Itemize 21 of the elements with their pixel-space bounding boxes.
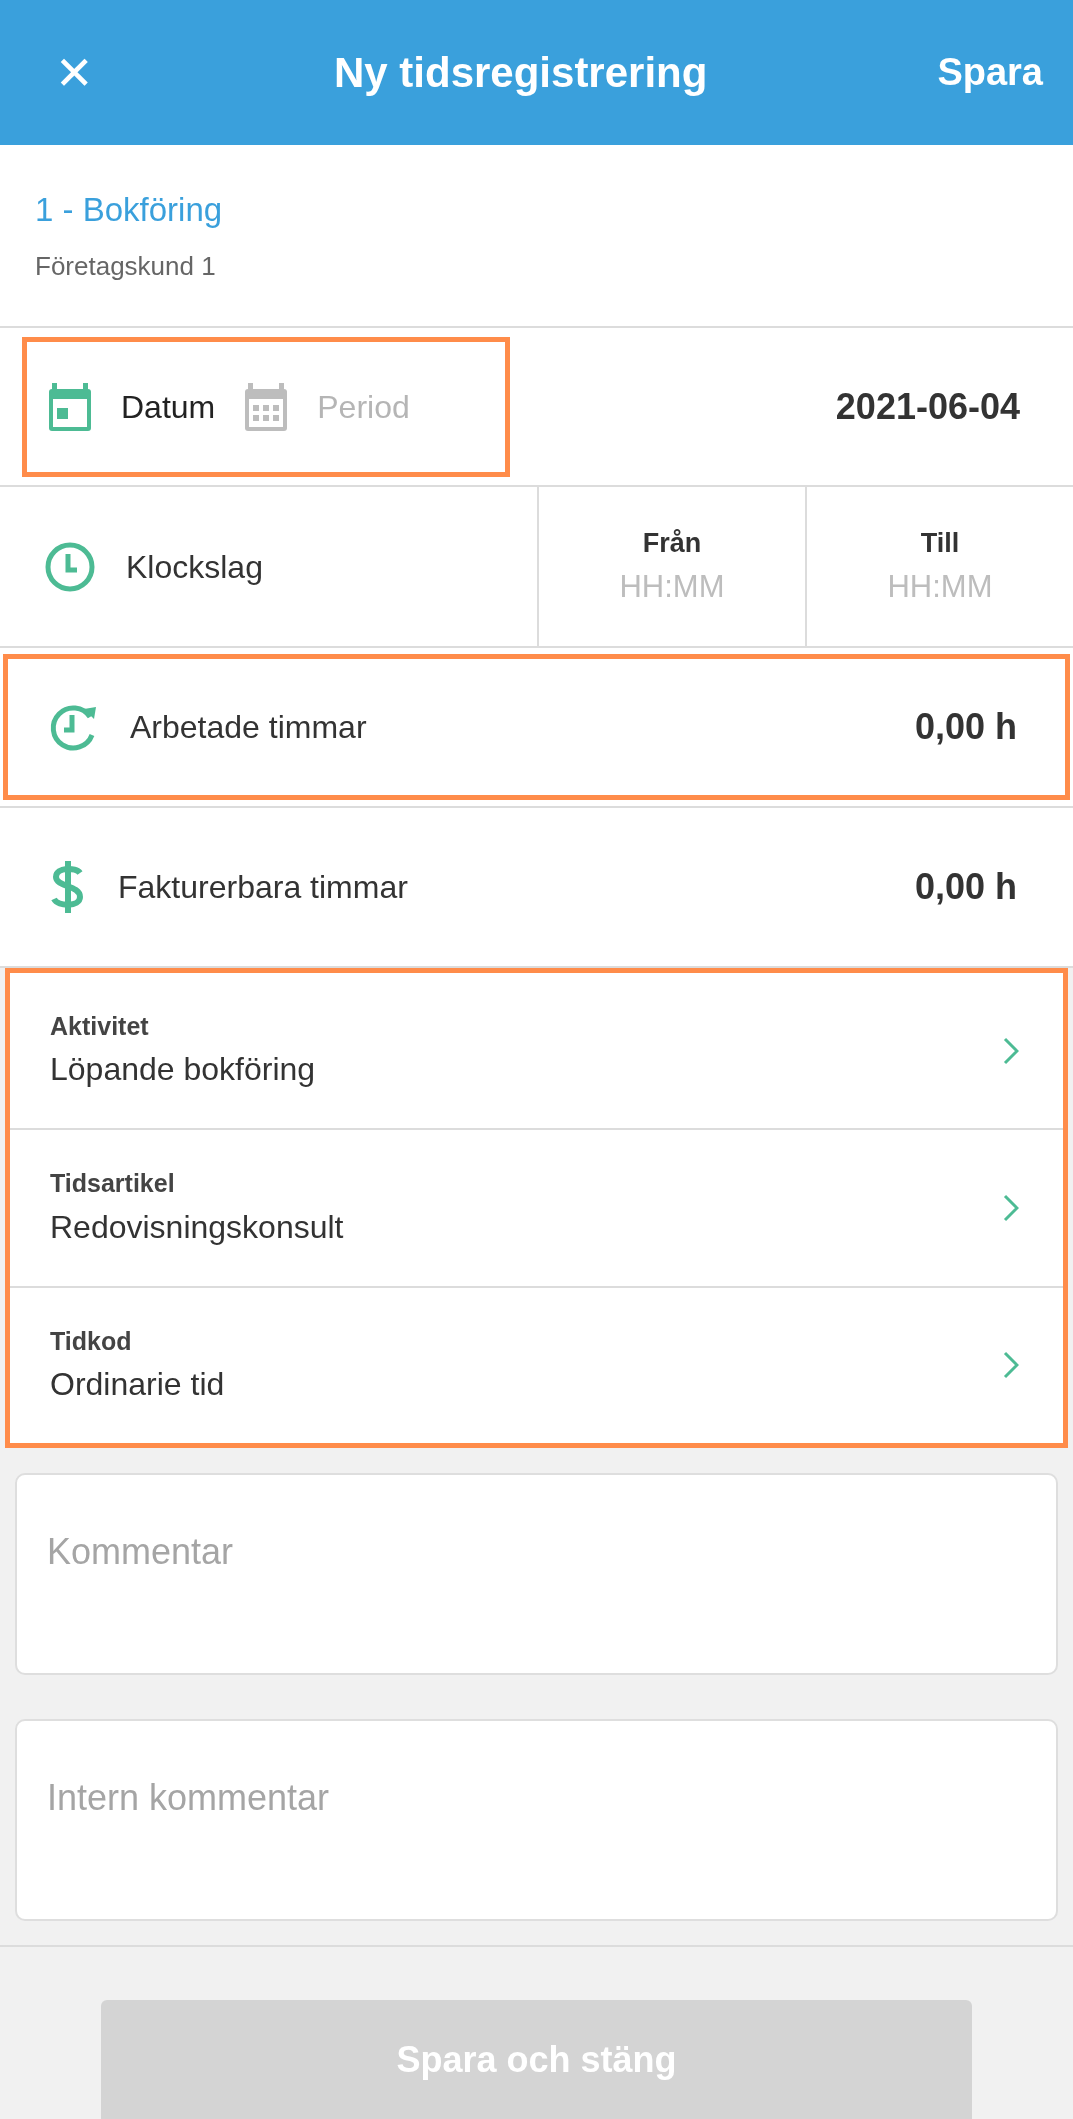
customer-name: Företagskund 1 [35,249,217,283]
time-field[interactable]: HH:MM [840,563,1040,610]
chevron-right-icon [1003,1194,1019,1222]
calendar-icon [47,380,93,433]
date-mode-tab[interactable]: Datum [47,380,216,433]
picker-row[interactable]: Tidsartikel Redovisningskonsult [10,1128,1063,1286]
chevron-right-icon [1003,1351,1019,1380]
chevron-right-icon [1003,1036,1019,1065]
time-label: Från [642,527,702,560]
time-field[interactable]: HH:MM [572,563,772,610]
time-label: Till [920,527,960,560]
hours-row[interactable]: Arbetade timmar 0,00 h [3,654,1070,800]
clock-label: Klockslag [126,547,263,587]
picker-row[interactable]: Tidkod Ordinarie tid [10,1285,1063,1443]
comment-field[interactable]: Kommentar [15,1473,1058,1675]
comment-field[interactable]: Intern kommentar [15,1719,1058,1921]
clock-icon [44,540,96,593]
calendar-icon [243,380,290,433]
date-value[interactable]: 2021-06-04 [835,379,1020,434]
picker-row[interactable]: Aktivitet Löpande bokföring [10,973,1063,1129]
screen-title: Ny tidsregistrering [332,48,709,98]
